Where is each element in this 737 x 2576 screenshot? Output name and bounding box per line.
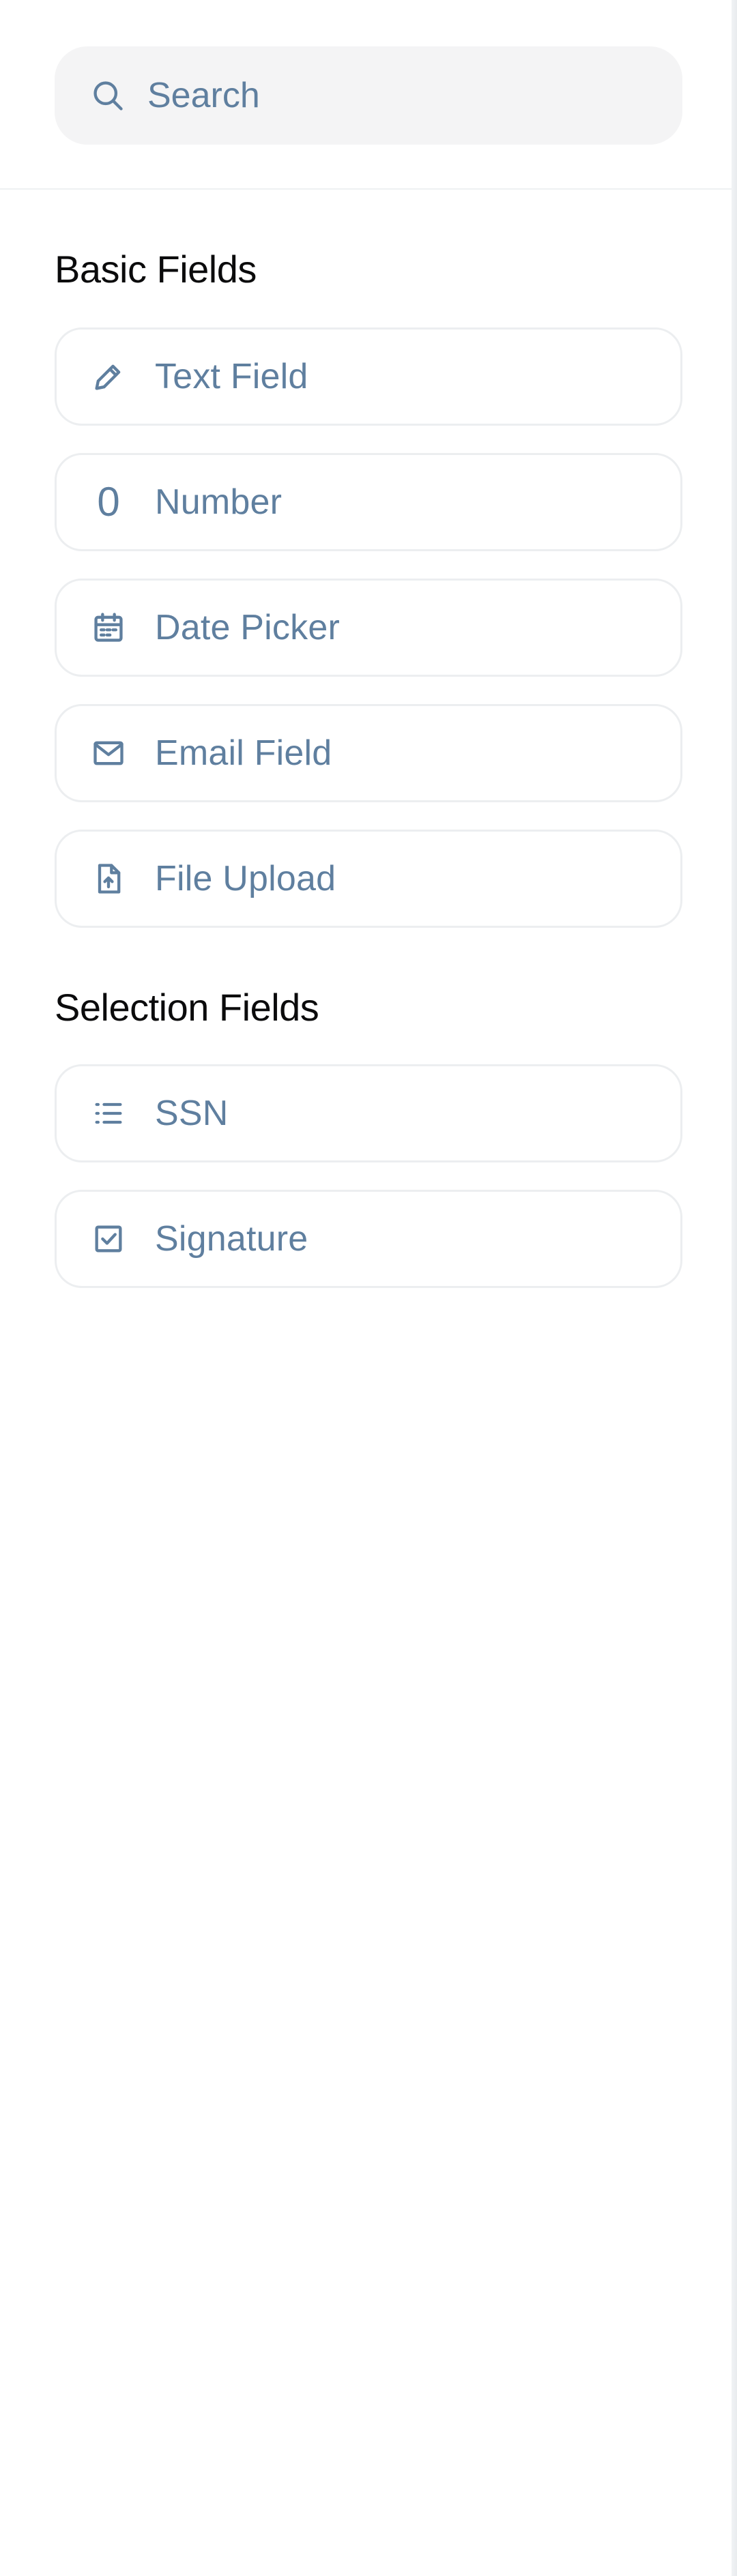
section-title-basic-fields: Basic Fields [55,248,257,291]
field-item-text-field[interactable]: Text Field [55,327,682,426]
field-label: Date Picker [155,608,340,647]
field-label: Signature [155,1219,308,1259]
panel-edge [732,0,737,2576]
field-item-file-upload[interactable]: File Upload [55,830,682,928]
field-label: SSN [155,1094,229,1133]
calendar-icon [88,607,129,648]
field-item-date-picker[interactable]: Date Picker [55,579,682,677]
envelope-icon [88,733,129,774]
number-glyph: 0 [97,479,120,525]
checkbox-icon [88,1218,129,1259]
search-bar[interactable] [55,46,682,145]
field-label: Text Field [155,357,308,396]
list-icon [88,1093,129,1134]
field-label: File Upload [155,859,336,898]
field-label: Email Field [155,733,332,773]
pencil-icon [88,356,129,397]
section-title-selection-fields: Selection Fields [55,986,319,1029]
field-item-ssn[interactable]: SSN [55,1064,682,1162]
field-item-number[interactable]: 0 Number [55,453,682,551]
field-palette-panel: Basic Fields Text Field 0 Number [0,0,732,2576]
search-icon [90,78,126,113]
search-input[interactable] [147,68,652,123]
field-item-email-field[interactable]: Email Field [55,704,682,802]
file-upload-icon [88,858,129,899]
number-icon: 0 [88,482,129,523]
field-item-signature[interactable]: Signature [55,1190,682,1288]
divider [0,188,732,190]
field-label: Number [155,482,283,522]
